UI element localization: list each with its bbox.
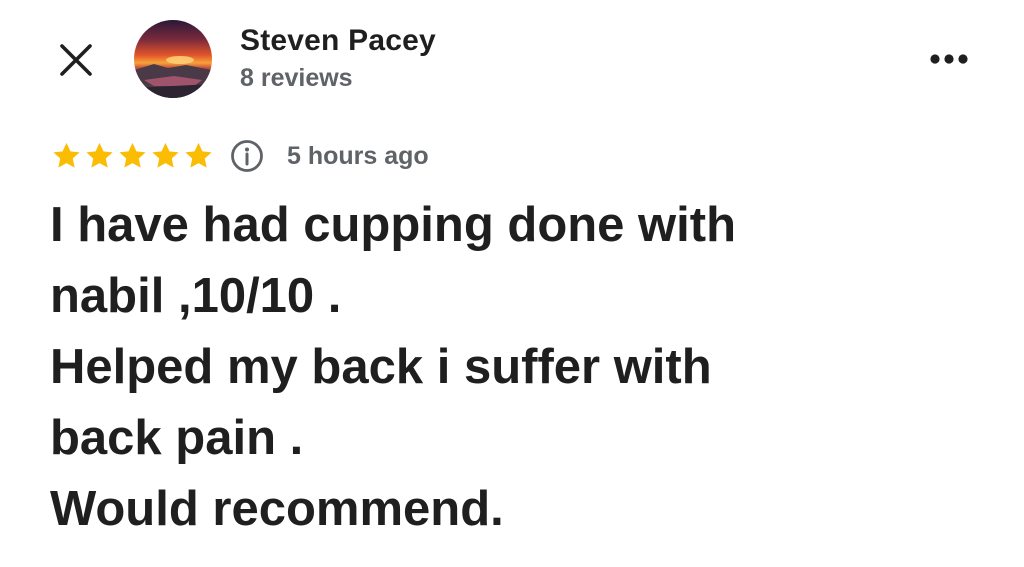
- star-icon: [83, 140, 116, 172]
- star-icon: [116, 140, 149, 172]
- more-options-button[interactable]: [926, 48, 972, 70]
- avatar[interactable]: [134, 20, 212, 98]
- star-icon: [50, 140, 83, 172]
- star-rating: [50, 140, 215, 172]
- close-icon: [60, 44, 92, 76]
- info-icon: [231, 140, 263, 172]
- reviewer-review-count[interactable]: 8 reviews: [240, 64, 353, 93]
- rating-row: 5 hours ago: [50, 136, 429, 176]
- sunset-profile-photo: [134, 20, 212, 98]
- reviewer-name[interactable]: Steven Pacey: [240, 24, 436, 58]
- more-horizontal-icon: [930, 54, 968, 64]
- star-icon: [149, 140, 182, 172]
- review-text: I have had cupping done with nabil ,10/1…: [50, 198, 737, 536]
- star-icon: [182, 140, 215, 172]
- info-button[interactable]: [229, 138, 265, 174]
- review-time: 5 hours ago: [287, 141, 429, 170]
- close-button[interactable]: [56, 40, 96, 80]
